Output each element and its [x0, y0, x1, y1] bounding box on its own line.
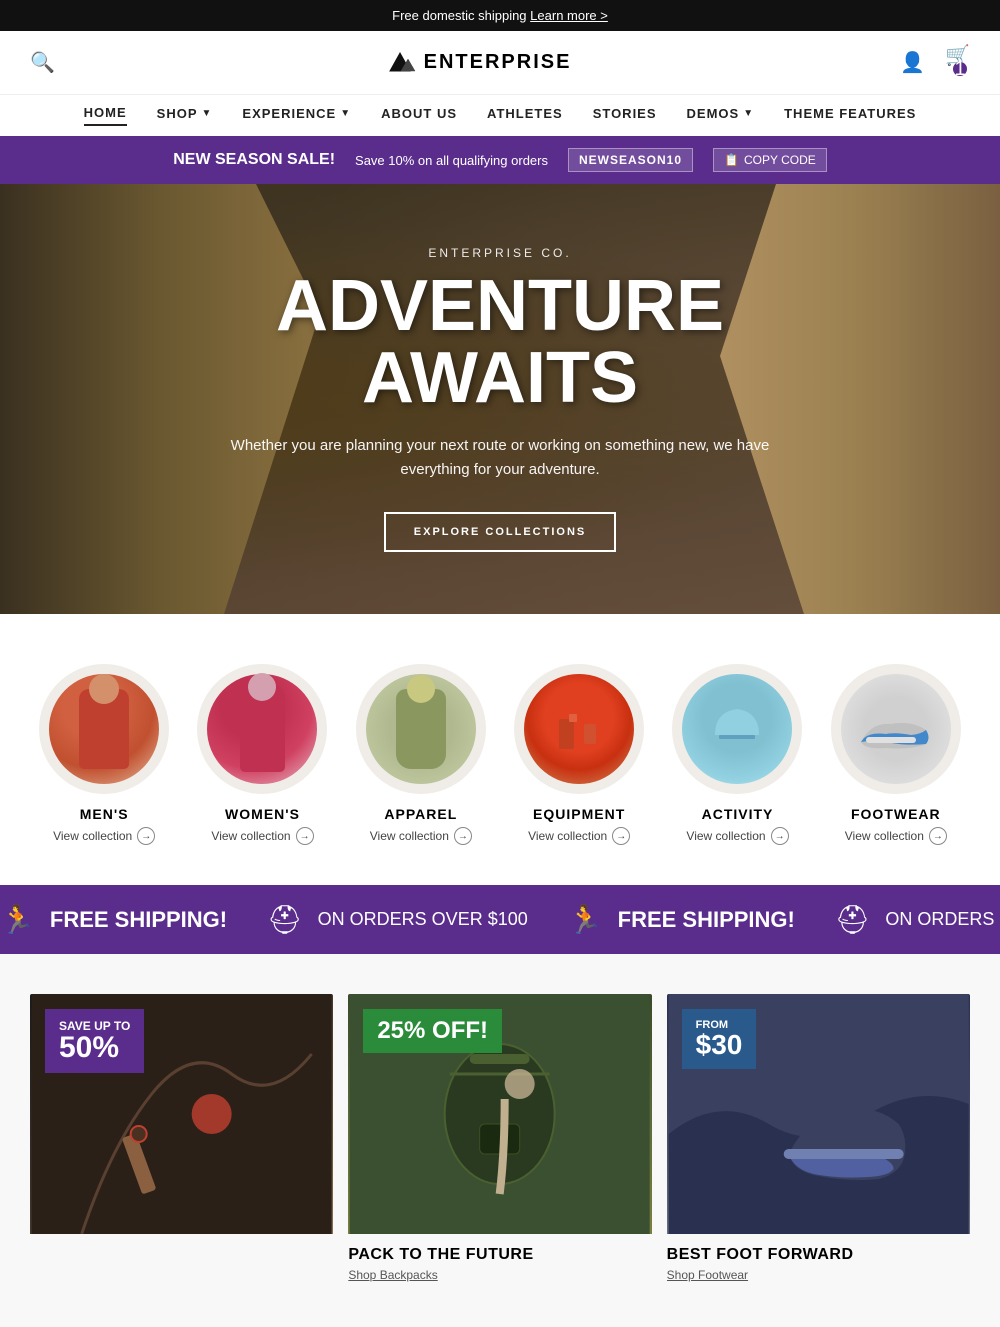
- hero-cta-button[interactable]: EXPLORE COLLECTIONS: [384, 512, 616, 552]
- category-equipment-image: [524, 674, 634, 784]
- arrow-icon: →: [296, 827, 314, 845]
- promo-card-2-footer: PACK TO THE FUTURE Shop Backpacks: [348, 1234, 651, 1287]
- helmet-icon-2: ⛑: [835, 903, 871, 936]
- promo-card-3-footer: BEST FOOT FORWARD Shop Footwear: [667, 1234, 970, 1287]
- categories-section: MEN'S View collection → WOMEN'S View col…: [0, 614, 1000, 885]
- nav-item-demos[interactable]: DEMOS ▼: [687, 105, 755, 126]
- helmet-icon: 🏃: [0, 903, 35, 936]
- logo-mountain-icon: [384, 51, 416, 75]
- category-womens[interactable]: WOMEN'S View collection →: [188, 664, 336, 845]
- announcement-text: Free domestic shipping: [392, 8, 526, 23]
- shipping-sub-text: ON ORDERS OVER $100: [318, 909, 528, 930]
- goggles-icon: 🏃: [568, 903, 603, 936]
- cart-icon-wrapper[interactable]: 🛒 1: [945, 43, 970, 82]
- footwear-shop-link[interactable]: Shop Footwear: [667, 1268, 970, 1282]
- category-apparel-image: [366, 674, 476, 784]
- announcement-link[interactable]: Learn more >: [530, 8, 608, 23]
- category-footwear-link[interactable]: View collection →: [822, 827, 970, 845]
- shipping-item: 🏃 FREE SHIPPING!: [0, 903, 227, 936]
- main-nav: HOME SHOP ▼ EXPERIENCE ▼ ABOUT US ATHLET…: [0, 94, 1000, 136]
- nav-item-stories[interactable]: STORIES: [593, 105, 657, 126]
- promo-badge-3: FROM $30: [682, 1009, 757, 1069]
- promo-section: SAVE UP TO 50% 25% OFF!: [0, 954, 1000, 1327]
- category-apparel[interactable]: APPAREL View collection →: [347, 664, 495, 845]
- arrow-icon: →: [771, 827, 789, 845]
- category-mens-image: [49, 674, 159, 784]
- category-equipment[interactable]: EQUIPMENT View collection →: [505, 664, 653, 845]
- nav-item-home[interactable]: HOME: [84, 105, 127, 126]
- hero-content: ENTERPRISE CO. ADVENTURE AWAITS Whether …: [200, 246, 800, 552]
- categories-grid: MEN'S View collection → WOMEN'S View col…: [30, 664, 970, 845]
- chevron-down-icon: ▼: [340, 108, 351, 119]
- category-mens-link[interactable]: View collection →: [30, 827, 178, 845]
- shipping-main-text: FREE SHIPPING!: [618, 907, 795, 933]
- copy-code-button[interactable]: 📋 COPY CODE: [713, 148, 827, 172]
- category-footwear-image: [841, 674, 951, 784]
- arrow-icon: →: [612, 827, 630, 845]
- shipping-ticker: 🏃 FREE SHIPPING! ⛑ ON ORDERS OVER $100 🏃…: [0, 903, 1000, 936]
- hero-description: Whether you are planning your next route…: [220, 434, 780, 482]
- shipping-item: ⛑ ON ORDERS OVER $100: [835, 903, 1000, 936]
- chevron-down-icon: ▼: [743, 108, 754, 119]
- promo-code: NEWSEASON10: [568, 148, 693, 172]
- promo-card-sale[interactable]: SAVE UP TO 50%: [30, 994, 333, 1287]
- brand-logo[interactable]: ENTERPRISE: [384, 51, 572, 75]
- promo-card-footwear[interactable]: FROM $30 BEST FOOT FORWARD Shop Footwear: [667, 994, 970, 1287]
- helmet-icon: ⛑: [267, 903, 303, 936]
- promo-badge-1: SAVE UP TO 50%: [45, 1009, 144, 1073]
- shipping-item: 🏃 FREE SHIPPING!: [568, 903, 795, 936]
- category-footwear[interactable]: FOOTWEAR View collection →: [822, 664, 970, 845]
- nav-item-shop[interactable]: SHOP ▼: [157, 105, 213, 126]
- arrow-icon: →: [454, 827, 472, 845]
- header-icons: 👤 🛒 1: [900, 43, 970, 82]
- brand-name: ENTERPRISE: [424, 51, 572, 74]
- promo-bar: NEW SEASON SALE! Save 10% on all qualify…: [0, 136, 1000, 184]
- promo-text: Save 10% on all qualifying orders: [355, 153, 548, 168]
- promo-badge-2: 25% OFF!: [363, 1009, 502, 1053]
- shipping-sub-text: ON ORDERS OVER $100: [885, 909, 1000, 930]
- promo-title: NEW SEASON SALE!: [173, 151, 335, 169]
- arrow-icon: →: [929, 827, 947, 845]
- nav-item-experience[interactable]: EXPERIENCE ▼: [242, 105, 351, 126]
- category-womens-image: [207, 674, 317, 784]
- chevron-down-icon: ▼: [202, 108, 213, 119]
- hero-title: ADVENTURE AWAITS: [220, 270, 780, 414]
- shoe-svg: [856, 702, 936, 757]
- arrow-icon: →: [137, 827, 155, 845]
- nav-item-about[interactable]: ABOUT US: [381, 105, 457, 126]
- header: 🔍 ENTERPRISE 👤 🛒 1: [0, 31, 1000, 94]
- shipping-main-text: FREE SHIPPING!: [50, 907, 227, 933]
- backpacks-shop-link[interactable]: Shop Backpacks: [348, 1268, 651, 1282]
- promo-card-1-footer: [30, 1234, 333, 1251]
- category-apparel-link[interactable]: View collection →: [347, 827, 495, 845]
- hero-section: ENTERPRISE CO. ADVENTURE AWAITS Whether …: [0, 184, 1000, 614]
- category-activity-image: [682, 674, 792, 784]
- account-icon[interactable]: 👤: [900, 50, 925, 75]
- hero-subtitle: ENTERPRISE CO.: [220, 246, 780, 260]
- category-mens[interactable]: MEN'S View collection →: [30, 664, 178, 845]
- shipping-item: ⛑ ON ORDERS OVER $100: [267, 903, 528, 936]
- shipping-banner: 🏃 FREE SHIPPING! ⛑ ON ORDERS OVER $100 🏃…: [0, 885, 1000, 954]
- category-activity[interactable]: ACTIVITY View collection →: [663, 664, 811, 845]
- promo-grid: SAVE UP TO 50% 25% OFF!: [30, 994, 970, 1287]
- cart-badge: 1: [953, 62, 967, 76]
- equipment-svg: [549, 699, 609, 759]
- promo-card-backpacks[interactable]: 25% OFF! PACK TO THE FUTURE Shop Backpac…: [348, 994, 651, 1287]
- search-icon[interactable]: 🔍: [30, 50, 55, 75]
- category-activity-link[interactable]: View collection →: [663, 827, 811, 845]
- nav-item-theme-features[interactable]: THEME FEATURES: [784, 105, 916, 126]
- helmet-svg: [705, 697, 770, 762]
- nav-item-athletes[interactable]: ATHLETES: [487, 105, 563, 126]
- announcement-bar: Free domestic shipping Learn more >: [0, 0, 1000, 31]
- category-equipment-link[interactable]: View collection →: [505, 827, 653, 845]
- copy-icon: 📋: [724, 153, 739, 167]
- category-womens-link[interactable]: View collection →: [188, 827, 336, 845]
